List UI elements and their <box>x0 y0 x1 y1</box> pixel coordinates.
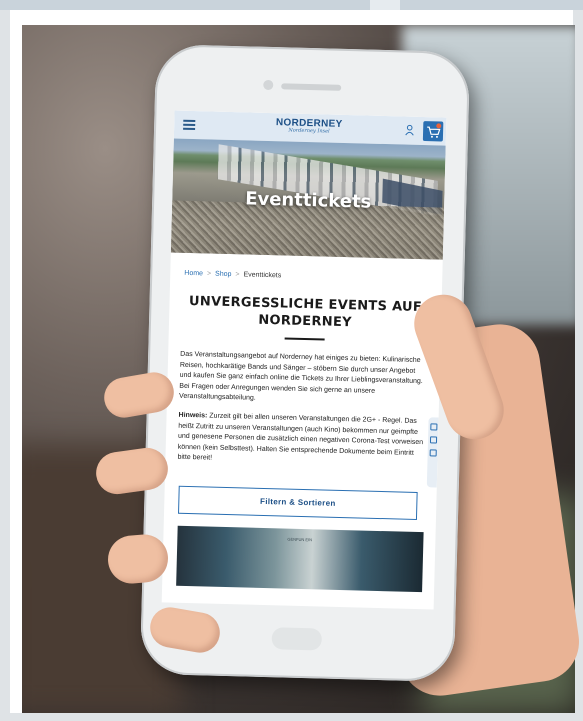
phone-screen: NORDERNEY Norderney Insel Eventtickets H… <box>161 110 447 610</box>
breadcrumb-current: Eventtickets <box>243 271 282 280</box>
breadcrumb-home-link[interactable]: Home <box>184 270 203 277</box>
filter-sort-button[interactable]: Filtern & Sortieren <box>178 485 418 520</box>
top-bar <box>0 0 583 10</box>
page-title: UNVERGESSLICHE EVENTS AUF NORDERNEY <box>188 293 423 331</box>
notice-label: Hinweis: <box>178 411 208 420</box>
site-logo[interactable]: NORDERNEY Norderney Insel <box>264 117 354 135</box>
shopping-cart-button[interactable] <box>422 121 444 142</box>
home-button <box>271 627 323 651</box>
top-bar-highlight <box>370 0 400 10</box>
front-camera-icon <box>263 79 274 91</box>
settings-icon <box>429 436 438 444</box>
hero-banner: Eventtickets <box>170 138 446 260</box>
breadcrumb-shop-link[interactable]: Shop <box>215 271 232 278</box>
breadcrumb-separator: > <box>235 271 240 279</box>
list-icon <box>429 449 437 457</box>
calendar-icon <box>430 423 438 431</box>
breadcrumb-separator: > <box>206 270 212 278</box>
notice-text: Zurzeit gilt bei allen unseren Veranstal… <box>177 412 424 462</box>
user-account-icon[interactable] <box>405 124 414 136</box>
title-divider <box>284 337 325 341</box>
hamburger-menu-icon[interactable] <box>183 119 196 131</box>
intro-paragraph: Das Veranstaltungsangebot auf Norderney … <box>178 350 423 403</box>
speaker-grille <box>281 83 342 91</box>
event-thumbnail[interactable]: GENFUN EIN <box>176 525 424 593</box>
notice-paragraph: Hinweis: Zurzeit gilt bei allen unseren … <box>177 411 426 470</box>
cart-count-badge <box>436 123 442 129</box>
side-quick-tab[interactable] <box>426 417 439 488</box>
event-caption: GENFUN EIN <box>287 536 313 543</box>
smartphone: NORDERNEY Norderney Insel Eventtickets H… <box>139 43 471 683</box>
